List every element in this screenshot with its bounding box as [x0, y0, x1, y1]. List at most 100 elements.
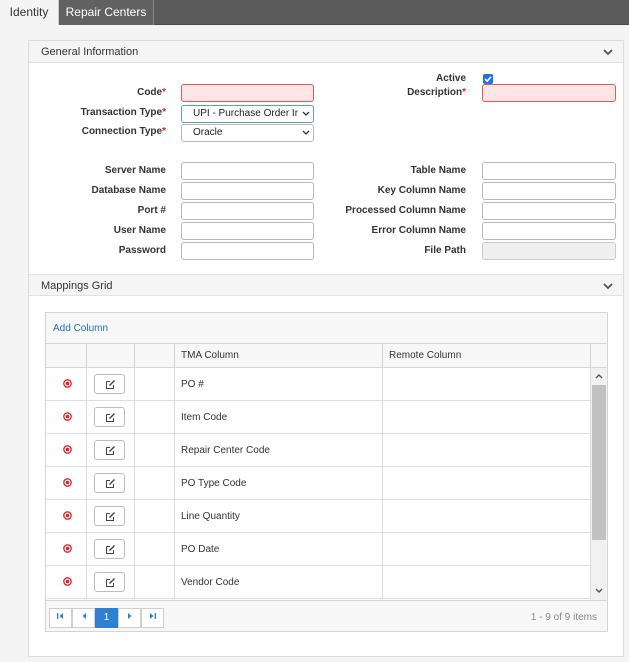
prev-page-icon: [82, 613, 86, 619]
edit-icon: [106, 578, 115, 587]
key-column-input[interactable]: [482, 182, 616, 200]
tma-column-cell: PO Type Code: [181, 478, 247, 489]
tma-column-cell: Item Code: [181, 412, 228, 423]
tma-column-cell: PO #: [181, 379, 204, 390]
status-dot-icon: [63, 445, 72, 454]
active-checkbox[interactable]: [483, 74, 493, 84]
port-input[interactable]: [181, 202, 314, 220]
edit-row-button[interactable]: [94, 539, 125, 559]
tab-bar: Identity Repair Centers: [0, 0, 629, 25]
last-page-icon: [150, 613, 156, 619]
table-row: Line Quantity: [46, 500, 591, 533]
table-row: PO Date: [46, 533, 591, 566]
active-label: Active: [435, 73, 466, 84]
main-panel: General Information Code* Transaction Ty…: [28, 40, 624, 657]
pager-info: 1 - 9 of 9 items: [530, 612, 597, 623]
connection-type-select[interactable]: Oracle: [181, 124, 314, 142]
check-icon: [484, 76, 492, 83]
transaction-type-label: Transaction Type*: [80, 107, 166, 118]
add-column-link[interactable]: Add Column: [53, 323, 108, 334]
table-name-input[interactable]: [482, 162, 616, 180]
tma-column-cell: Line Quantity: [181, 511, 240, 522]
mappings-grid-title: Mappings Grid: [41, 280, 113, 292]
table-row: Repair Center Code: [46, 434, 591, 467]
key-column-label: Key Column Name: [377, 185, 466, 196]
description-label: Description*: [407, 87, 466, 98]
port-label: Port #: [137, 205, 166, 216]
prev-page-button[interactable]: [72, 608, 95, 628]
user-name-label: User Name: [113, 225, 166, 236]
processed-column-input[interactable]: [482, 202, 616, 220]
tma-column-cell: Repair Center Code: [181, 445, 270, 456]
first-page-button[interactable]: [49, 608, 72, 628]
status-dot-icon: [63, 478, 72, 487]
database-name-label: Database Name: [91, 185, 166, 196]
edit-row-button[interactable]: [94, 407, 125, 427]
password-input[interactable]: [181, 242, 314, 260]
edit-row-button[interactable]: [94, 374, 125, 394]
chevron-down-icon[interactable]: [603, 281, 613, 291]
transaction-type-select[interactable]: UPI - Purchase Order Ir: [181, 105, 314, 123]
header-cell-status: [46, 344, 87, 368]
grid-header-row: TMA Column Remote Column: [46, 344, 607, 368]
status-dot-icon: [63, 379, 72, 388]
first-page-icon: [57, 613, 63, 619]
general-information-title: General Information: [41, 46, 139, 58]
table-row: PO Type Code: [46, 467, 591, 500]
code-label: Code*: [137, 87, 166, 98]
file-path-label: File Path: [424, 245, 466, 256]
description-input[interactable]: [482, 84, 616, 102]
code-input[interactable]: [181, 84, 314, 102]
header-cell-tma-column[interactable]: TMA Column: [175, 344, 383, 368]
tab-repair-centers[interactable]: Repair Centers: [59, 0, 154, 25]
chevron-down-icon: [302, 130, 310, 135]
edit-row-button[interactable]: [94, 473, 125, 493]
transaction-type-value: UPI - Purchase Order Ir: [193, 108, 299, 119]
edit-icon: [106, 446, 115, 455]
status-dot-icon: [63, 412, 72, 421]
grid-vertical-scrollbar[interactable]: [591, 368, 607, 600]
scrollbar-thumb[interactable]: [592, 385, 606, 540]
password-label: Password: [118, 245, 166, 256]
table-name-label: Table Name: [410, 165, 466, 176]
server-name-label: Server Name: [104, 165, 166, 176]
mappings-grid: Add Column TMA Column Remote Column PO #…: [45, 312, 608, 632]
next-page-button[interactable]: [118, 608, 141, 628]
table-row: PO #: [46, 368, 591, 401]
last-page-button[interactable]: [141, 608, 164, 628]
header-cell-remote-column[interactable]: Remote Column: [383, 344, 591, 368]
page-button-current[interactable]: 1: [95, 608, 118, 628]
next-page-icon: [127, 613, 131, 619]
tab-identity[interactable]: Identity: [0, 0, 59, 25]
chevron-down-icon[interactable]: [603, 47, 613, 57]
status-dot-icon: [63, 544, 72, 553]
status-dot-icon: [63, 577, 72, 586]
file-path-input: [482, 242, 616, 260]
connection-type-label: Connection Type*: [81, 126, 166, 137]
server-name-input[interactable]: [181, 162, 314, 180]
general-information-header[interactable]: General Information: [29, 41, 623, 63]
grid-pager: 1 1 - 9 of 9 items: [46, 600, 607, 631]
edit-icon: [106, 512, 115, 521]
error-column-label: Error Column Name: [371, 225, 466, 236]
user-name-input[interactable]: [181, 222, 314, 240]
processed-column-label: Processed Column Name: [345, 205, 466, 216]
table-row: Item Code: [46, 401, 591, 434]
mappings-grid-header[interactable]: Mappings Grid: [29, 274, 623, 296]
edit-row-button[interactable]: [94, 506, 125, 526]
grid-toolbar: Add Column: [46, 313, 607, 344]
database-name-input[interactable]: [181, 182, 314, 200]
edit-icon: [106, 380, 115, 389]
status-dot-icon: [63, 511, 72, 520]
table-row: Vendor Code: [46, 566, 591, 599]
header-cell-edit: [87, 344, 135, 368]
connection-type-value: Oracle: [193, 127, 223, 138]
header-cell-blank: [135, 344, 175, 368]
edit-icon: [106, 479, 115, 488]
edit-row-button[interactable]: [94, 440, 125, 460]
error-column-input[interactable]: [482, 222, 616, 240]
scroll-down-icon[interactable]: [595, 588, 603, 594]
scroll-up-icon[interactable]: [595, 373, 603, 379]
edit-icon: [106, 413, 115, 422]
edit-row-button[interactable]: [94, 572, 125, 592]
